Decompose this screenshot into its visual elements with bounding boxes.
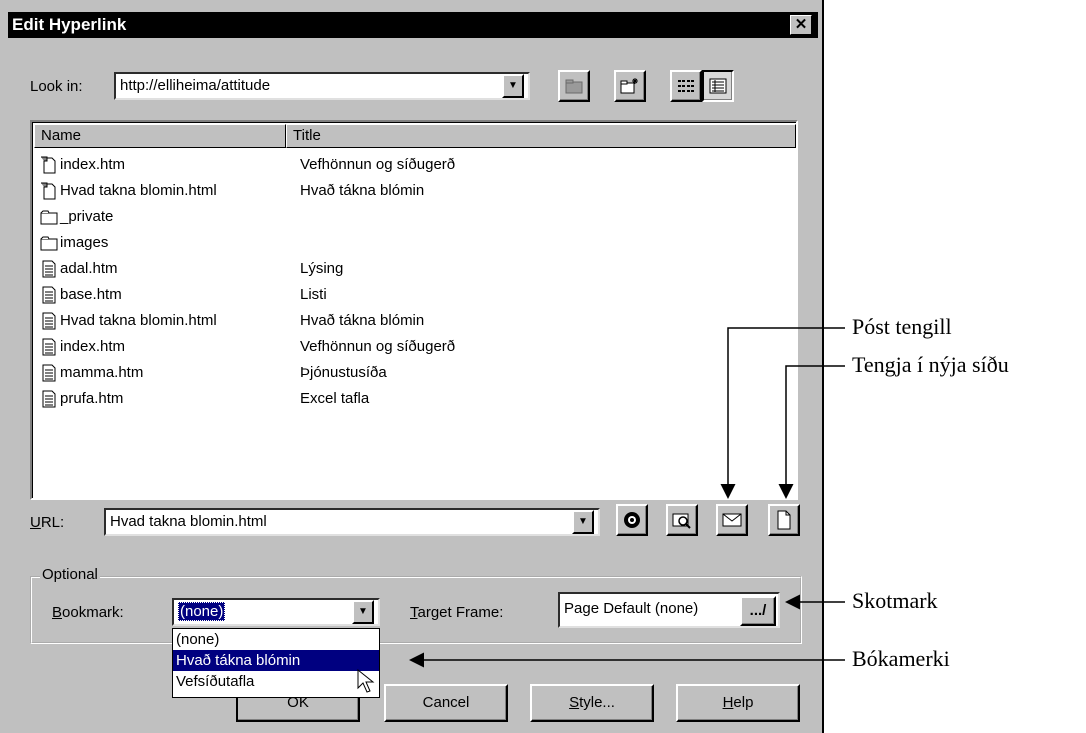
annotation-new-page: Tengja í nýja síðu — [852, 352, 1009, 377]
annotation-post-link: Póst tengill — [852, 314, 952, 339]
annotation-bookmark: Bókamerki — [852, 646, 950, 671]
annotation-target: Skotmark — [852, 588, 938, 613]
arrow-new-page — [778, 365, 845, 499]
